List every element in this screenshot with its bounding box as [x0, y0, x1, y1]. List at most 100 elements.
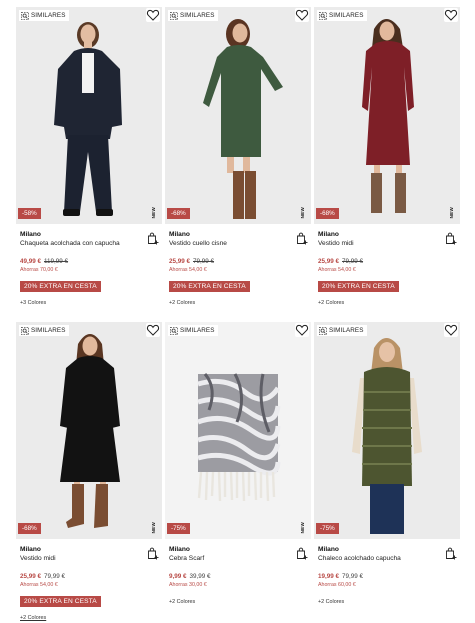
product-photo[interactable]: SIMILARES -68% NEW	[314, 7, 460, 224]
similares-label: SIMILARES	[329, 12, 364, 19]
product-name[interactable]: Chaqueta acolchada con capucha	[20, 239, 162, 249]
product-brand: Milano	[169, 231, 190, 238]
product-row: SIMILARES -68% NEW Milano Vestido midi 2…	[16, 322, 460, 623]
current-price: 25,99 €	[318, 258, 340, 265]
product-name[interactable]: Vestido midi	[318, 239, 460, 249]
product-brand: Milano	[20, 231, 41, 238]
discount-badge: -75%	[167, 523, 190, 534]
saving-text: Ahorras 54,00 €	[20, 582, 58, 588]
product-card[interactable]: SIMILARES -68% NEW Milano Vestido midi 2…	[16, 322, 162, 623]
wishlist-heart-icon[interactable]	[146, 323, 160, 337]
price-line: 25,99 €79,99 €	[20, 572, 162, 581]
product-card[interactable]: SIMILARES -75% NEW Milano Cebra Scarf 9,…	[165, 322, 311, 623]
extra-discount-badge: 20% EXTRA EN CESTA	[20, 596, 101, 607]
saving-text: Ahorras 60,00 €	[318, 582, 356, 588]
new-label: NEW	[300, 522, 305, 534]
product-name[interactable]: Cebra Scarf	[169, 554, 311, 564]
discount-badge: -68%	[18, 523, 41, 534]
product-brand: Milano	[318, 546, 339, 553]
original-price: 79,99 €	[193, 258, 215, 265]
extra-discount-badge: 20% EXTRA EN CESTA	[169, 281, 250, 292]
product-photo[interactable]: SIMILARES -75% NEW	[165, 322, 311, 539]
wishlist-heart-icon[interactable]	[295, 323, 309, 337]
product-image	[60, 334, 120, 528]
product-image	[352, 338, 422, 534]
wishlist-heart-icon[interactable]	[444, 323, 458, 337]
similares-label: SIMILARES	[31, 327, 66, 334]
price-line: 9,99 €39,99 €	[169, 572, 311, 581]
original-price: 79,99 €	[342, 258, 364, 265]
wishlist-heart-icon[interactable]	[444, 8, 458, 22]
price-line: 25,99 €79,99 €	[318, 257, 460, 266]
similares-label: SIMILARES	[180, 327, 215, 334]
product-info: Milano Cebra Scarf 9,99 €39,99 € Ahorras…	[165, 539, 311, 606]
similares-button[interactable]: SIMILARES	[19, 325, 69, 336]
product-card[interactable]: SIMILARES -58% NEW Milano Chaqueta acolc…	[16, 7, 162, 322]
original-price: 39,99 €	[189, 573, 211, 580]
new-label: NEW	[300, 207, 305, 219]
product-info: Milano Vestido midi 25,99 €79,99 € Ahorr…	[16, 539, 162, 622]
wishlist-heart-icon[interactable]	[295, 8, 309, 22]
product-image	[54, 22, 122, 216]
add-to-bag-icon[interactable]	[445, 547, 457, 560]
similar-search-icon	[319, 11, 327, 20]
similares-button[interactable]: SIMILARES	[19, 10, 69, 21]
product-info: Milano Vestido cuello cisne 25,99 €79,99…	[165, 224, 311, 307]
original-price: 79,99 €	[44, 573, 66, 580]
colors-link[interactable]: +2 Colores	[318, 299, 460, 307]
similar-search-icon	[170, 326, 178, 335]
product-info: Milano Chaleco acolchado capucha 19,99 €…	[314, 539, 460, 606]
product-card[interactable]: SIMILARES -68% NEW Milano Vestido cuello…	[165, 7, 311, 322]
product-name[interactable]: Chaleco acolchado capucha	[318, 554, 460, 564]
extra-discount-badge: 20% EXTRA EN CESTA	[20, 281, 101, 292]
add-to-bag-icon[interactable]	[445, 232, 457, 245]
current-price: 25,99 €	[169, 258, 191, 265]
colors-link[interactable]: +2 Colores	[318, 598, 460, 606]
saving-text: Ahorras 70,00 €	[20, 267, 58, 273]
similares-label: SIMILARES	[31, 12, 66, 19]
new-label: NEW	[151, 207, 156, 219]
product-photo[interactable]: SIMILARES -68% NEW	[16, 322, 162, 539]
similares-button[interactable]: SIMILARES	[317, 325, 367, 336]
add-to-bag-icon[interactable]	[296, 232, 308, 245]
discount-badge: -68%	[167, 208, 190, 219]
similares-button[interactable]: SIMILARES	[168, 325, 218, 336]
product-card[interactable]: SIMILARES -68% NEW Milano Vestido midi 2…	[314, 7, 460, 322]
similar-search-icon	[170, 11, 178, 20]
product-image	[197, 373, 281, 502]
current-price: 19,99 €	[318, 573, 340, 580]
colors-link[interactable]: +2 Colores	[169, 598, 311, 606]
colors-link[interactable]: +2 Colores	[20, 614, 162, 622]
product-name[interactable]: Vestido cuello cisne	[169, 239, 311, 249]
add-to-bag-icon[interactable]	[296, 547, 308, 560]
similar-search-icon	[21, 11, 29, 20]
product-info: Milano Chaqueta acolchada con capucha 49…	[16, 224, 162, 307]
saving-text: Ahorras 54,00 €	[318, 267, 356, 273]
product-photo[interactable]: SIMILARES -58% NEW	[16, 7, 162, 224]
original-price: 119,99 €	[44, 258, 69, 265]
product-name[interactable]: Vestido midi	[20, 554, 162, 564]
product-photo[interactable]: SIMILARES -75%	[314, 322, 460, 539]
similares-label: SIMILARES	[180, 12, 215, 19]
colors-link[interactable]: +3 Colores	[20, 299, 162, 307]
discount-badge: -75%	[316, 523, 339, 534]
product-image	[203, 19, 283, 219]
current-price: 9,99 €	[169, 573, 187, 580]
wishlist-heart-icon[interactable]	[146, 8, 160, 22]
price-line: 19,99 €79,99 €	[318, 572, 460, 581]
add-to-bag-icon[interactable]	[147, 232, 159, 245]
similares-button[interactable]: SIMILARES	[168, 10, 218, 21]
product-card[interactable]: SIMILARES -75% Milano Chaleco acolchado …	[314, 322, 460, 623]
similar-search-icon	[21, 326, 29, 335]
similar-search-icon	[319, 326, 327, 335]
product-photo[interactable]: SIMILARES -68% NEW	[165, 7, 311, 224]
similares-button[interactable]: SIMILARES	[317, 10, 367, 21]
price-line: 49,99 €119,99 €	[20, 257, 162, 266]
add-to-bag-icon[interactable]	[147, 547, 159, 560]
product-brand: Milano	[169, 546, 190, 553]
extra-discount-badge: 20% EXTRA EN CESTA	[318, 281, 399, 292]
new-label: NEW	[151, 522, 156, 534]
product-info: Milano Vestido midi 25,99 €79,99 € Ahorr…	[314, 224, 460, 307]
product-brand: Milano	[20, 546, 41, 553]
colors-link[interactable]: +2 Colores	[169, 299, 311, 307]
